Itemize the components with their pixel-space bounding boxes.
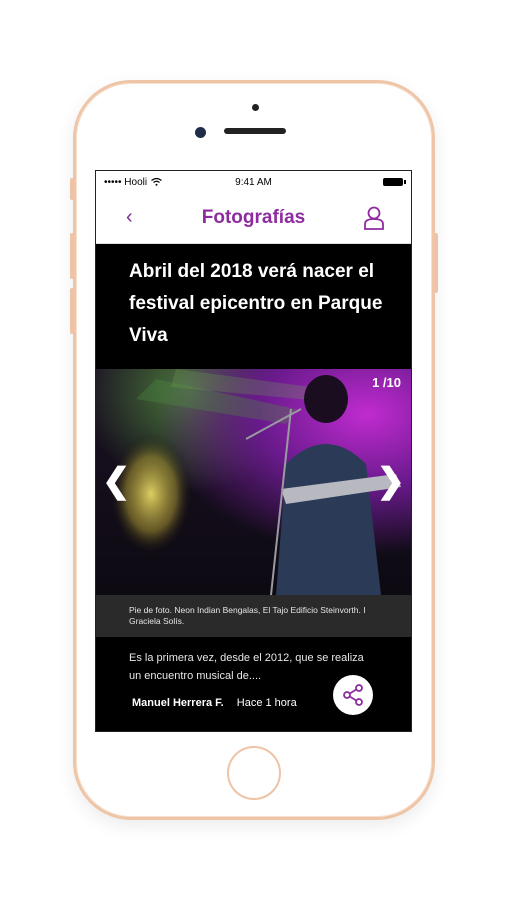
volume-up-button [70,233,74,279]
wifi-icon [151,178,162,186]
article-teaser[interactable]: Es la primera vez, desde el 2012, que se… [129,649,369,685]
app-screen: ••••• Hooli 9:41 AM ‹ Fotografías Abril … [95,170,412,732]
home-button[interactable] [227,746,281,800]
chevron-left-icon[interactable]: ‹ [126,206,133,229]
volume-down-button [70,288,74,334]
carrier-label: ••••• Hooli [104,177,162,188]
photo-caption: Pie de foto. Neon Indian Bengalas, El Ta… [96,595,411,637]
page-title: Fotografías [201,207,306,228]
byline: Manuel Herrera F. Hace 1 hora [132,697,297,709]
chevron-left-icon[interactable]: ❮ [102,464,131,498]
chevron-right-icon[interactable]: ❯ [377,464,406,498]
gallery-photo[interactable]: 1 /10 ❮ ❯ [96,369,411,595]
share-button[interactable] [333,675,373,715]
author-name: Manuel Herrera F. [132,697,224,709]
carrier-text: ••••• Hooli [104,176,148,188]
power-button [434,233,438,293]
proximity-sensor [252,104,259,111]
gallery-counter: 1 /10 [372,375,401,390]
nav-bar: ‹ Fotografías [96,193,411,244]
article-headline: Abril del 2018 verá nacer el festival ep… [129,261,383,346]
timestamp: Hace 1 hora [236,697,297,709]
status-bar: ••••• Hooli 9:41 AM [96,171,411,193]
share-icon [343,684,363,706]
mute-switch [70,178,74,200]
concert-photo [109,369,401,595]
user-icon[interactable] [363,205,385,231]
front-camera [195,127,206,138]
battery-icon [383,178,406,186]
earpiece-speaker [224,128,286,134]
